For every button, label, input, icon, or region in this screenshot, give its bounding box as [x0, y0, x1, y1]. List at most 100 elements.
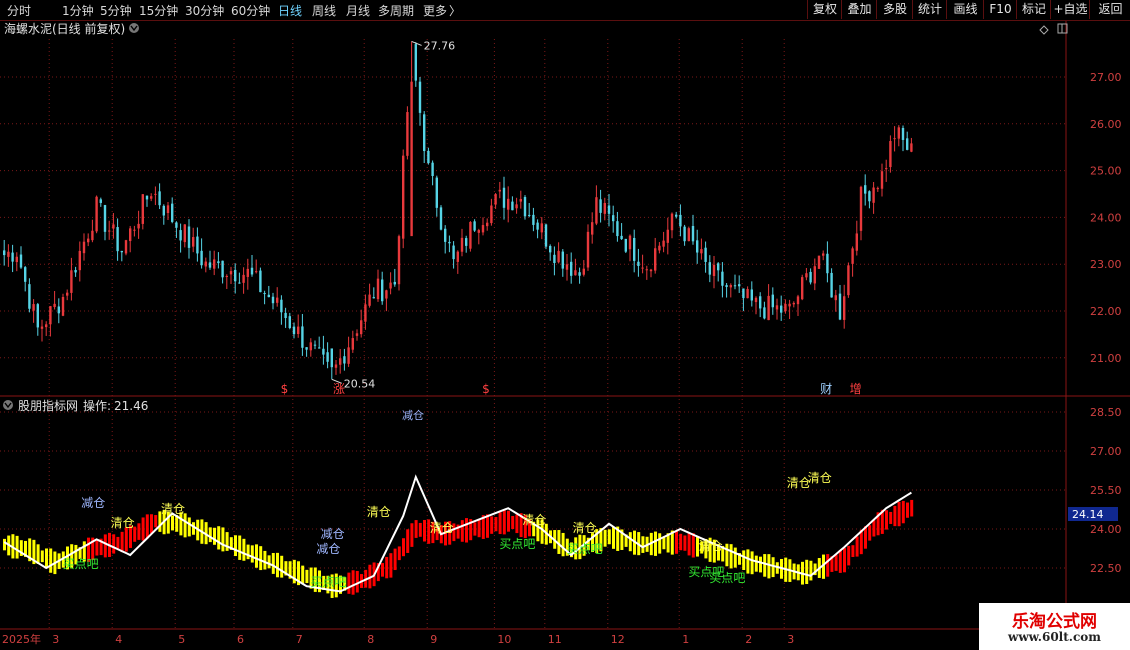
candle-body [187, 226, 191, 248]
indicator-box [124, 527, 128, 552]
toolbar-button[interactable]: 标记 [1016, 0, 1051, 19]
candle-body [809, 271, 812, 283]
candle-body [423, 114, 426, 151]
indicator-box [36, 544, 40, 564]
indicator-box [754, 555, 758, 572]
indicator-box [381, 563, 384, 577]
candle-body [868, 191, 871, 202]
candle-body [70, 270, 73, 293]
candle-body [276, 297, 279, 303]
indicator-box [679, 533, 683, 551]
candle-body [402, 155, 405, 239]
candle-body [334, 364, 338, 368]
toolbar-button[interactable]: 多股 [876, 0, 913, 19]
candle-body [267, 294, 270, 298]
candle-body [696, 240, 699, 253]
period-tab[interactable]: 5分钟 [100, 2, 132, 19]
indicator-tick: 28.50 [1090, 406, 1122, 419]
candle-body [28, 284, 31, 309]
indicator-box [183, 513, 187, 538]
candle-body [792, 302, 795, 305]
candle-body [364, 304, 367, 322]
time-tick: 3 [52, 633, 59, 646]
candle-body [410, 81, 413, 237]
indicator-tick: 22.50 [1090, 562, 1122, 575]
time-tick: 7 [296, 633, 303, 646]
toolbar-button[interactable]: 叠加 [841, 0, 877, 19]
candle-body [171, 203, 174, 222]
indicator-box [103, 534, 107, 558]
period-tab[interactable]: 分时 [7, 2, 31, 19]
candle-body [553, 254, 556, 264]
toolbar-button[interactable]: 画线 [946, 0, 984, 19]
candle-body [292, 326, 296, 335]
candle-body [834, 295, 837, 301]
indicator-box [691, 533, 695, 558]
candle-body [242, 274, 245, 283]
candle-body [759, 296, 762, 309]
candle-body [11, 252, 14, 262]
period-toolbar: 分时 1分钟 5分钟 15分钟 30分钟 60分钟 日线 周线 月线 多周期 更多〉 复权 叠加 多股 统计… [0, 0, 1130, 21]
indicator-box [767, 554, 771, 579]
toolbar-button[interactable]: +自选 [1050, 0, 1090, 19]
price-tick: 25.00 [1090, 165, 1122, 178]
op-label: 操作: [83, 398, 111, 413]
toolbar-button[interactable]: 返回 [1089, 0, 1130, 19]
candle-body [754, 297, 758, 303]
current-value: 24.14 [1072, 508, 1104, 521]
candle-body [418, 81, 422, 113]
candle-body [45, 324, 48, 328]
signal-label: 清仓 [522, 513, 546, 527]
candle-body [864, 185, 867, 194]
period-tab[interactable]: 月线 [346, 2, 370, 19]
indicator-box [259, 546, 263, 571]
period-tab[interactable]: 多周期 [378, 2, 414, 19]
candle-body [507, 198, 510, 210]
indicator-box [628, 532, 632, 552]
indicator-box [486, 514, 489, 538]
candle-body [414, 44, 417, 81]
candle-body [519, 198, 522, 202]
candle-body [103, 205, 107, 232]
signal-label: 清仓 [111, 516, 135, 530]
period-tab[interactable]: 周线 [312, 2, 336, 19]
period-tab[interactable]: 1分钟 [62, 2, 94, 19]
candle-body [582, 268, 585, 275]
toolbar-button[interactable]: F10 [983, 0, 1017, 19]
candle-body [662, 240, 665, 247]
period-tab[interactable]: 日线 [278, 2, 302, 19]
candle-body [339, 358, 342, 365]
candle-body [515, 204, 518, 209]
indicator-box [351, 570, 355, 595]
period-tab[interactable]: 30分钟 [185, 2, 224, 19]
top-cut-label: 减仓 [402, 408, 424, 422]
candle-body [557, 250, 560, 263]
candle-body [3, 250, 6, 256]
high-label: 27.76 [424, 39, 456, 52]
indicator-box [641, 536, 645, 553]
indicator-box [662, 537, 666, 550]
candle-body [523, 197, 527, 217]
candle-body [192, 237, 195, 247]
toolbar-button[interactable]: 统计 [912, 0, 947, 19]
indicator-box [477, 518, 481, 538]
toolbar-button[interactable]: 复权 [807, 0, 842, 19]
candle-body [574, 270, 577, 276]
period-tab[interactable]: 15分钟 [139, 2, 178, 19]
main-title: 海螺水泥(日线 前复权) [4, 21, 125, 36]
more-arrow-icon[interactable]: 〉 [449, 2, 461, 19]
candle-body [712, 264, 716, 277]
candle-body [729, 285, 732, 288]
candle-body [204, 261, 207, 267]
candle-body [246, 268, 249, 277]
candle-body [78, 250, 81, 271]
period-tab[interactable]: 更多 [423, 2, 447, 19]
indicator-box [3, 538, 6, 551]
indicator-box [141, 517, 145, 541]
price-tick: 23.00 [1090, 258, 1122, 271]
indicator-box [654, 531, 657, 556]
candle-body [910, 143, 913, 152]
sub-panel-title: 股朋指标网 [18, 398, 78, 413]
indicator-box [393, 548, 397, 571]
period-tab[interactable]: 60分钟 [231, 2, 270, 19]
